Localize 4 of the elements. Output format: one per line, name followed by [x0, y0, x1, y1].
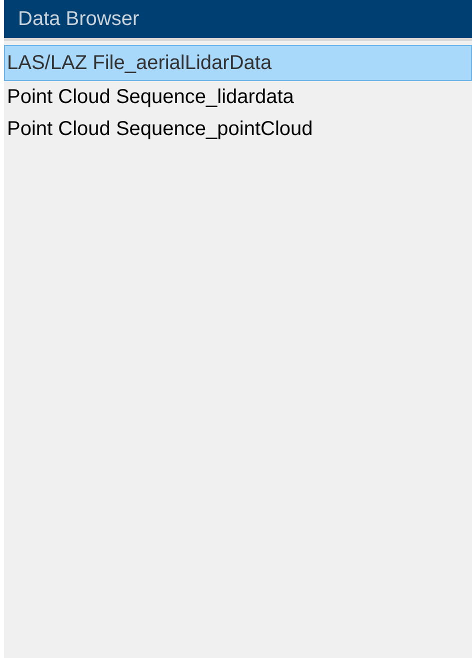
list-item[interactable]: Point Cloud Sequence_pointCloud	[4, 113, 472, 145]
panel-title: Data Browser	[4, 0, 472, 41]
list-item[interactable]: Point Cloud Sequence_lidardata	[4, 81, 472, 113]
list-item[interactable]: LAS/LAZ File_aerialLidarData	[4, 45, 472, 81]
